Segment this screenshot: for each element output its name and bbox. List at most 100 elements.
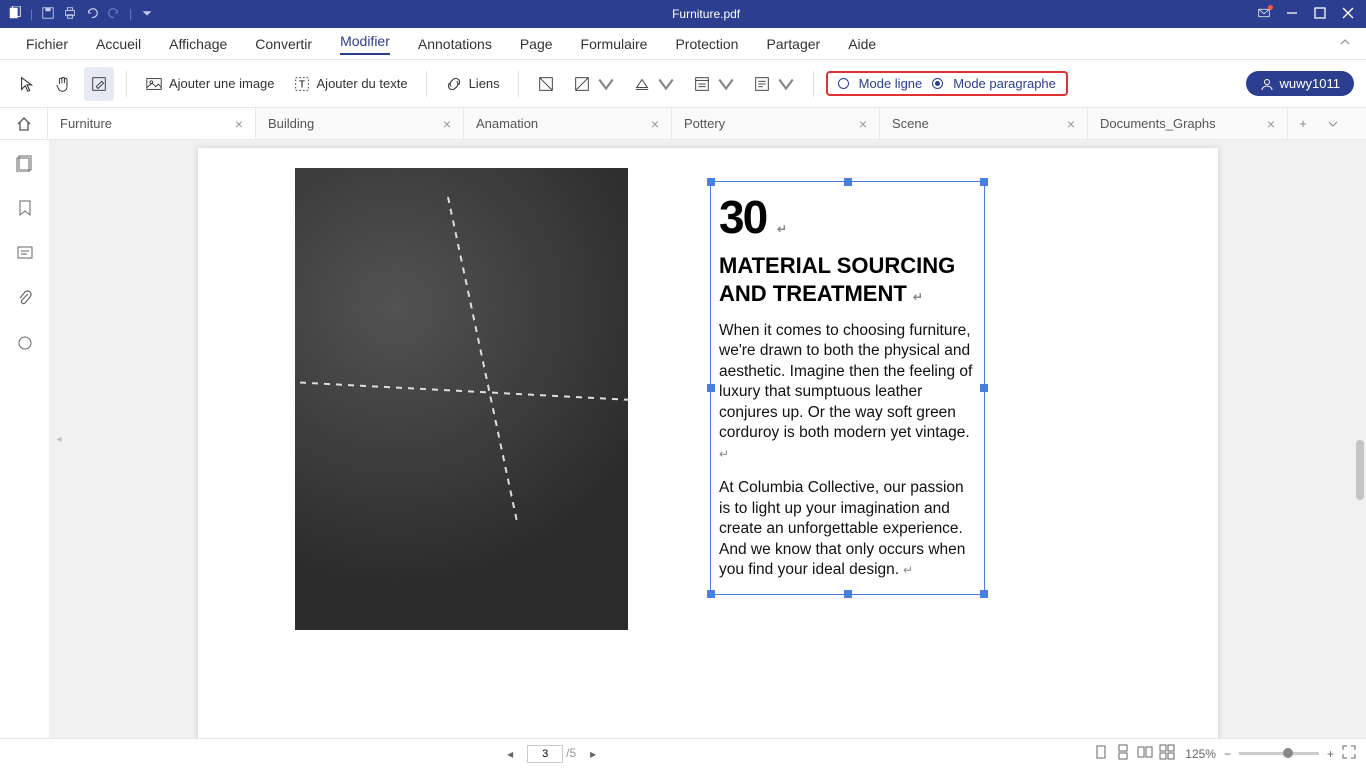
menu-formulaire[interactable]: Formulaire [567,28,662,59]
prev-page-button[interactable]: ◂ [507,747,513,761]
separator [813,71,814,97]
add-image-label: Ajouter une image [169,76,275,91]
redo-icon[interactable] [107,6,121,23]
tab-pottery[interactable]: Pottery× [672,108,880,139]
titlebar-right-icons [1258,7,1366,22]
print-icon[interactable] [63,6,77,23]
menu-accueil[interactable]: Accueil [82,28,155,59]
paragraph-1-text[interactable]: When it comes to choosing furniture, we'… [719,322,972,441]
user-name-label: wuwy1011 [1280,76,1340,91]
menu-partager[interactable]: Partager [752,28,834,59]
two-page-continuous-view-icon[interactable] [1159,744,1175,763]
leather-image[interactable] [295,168,628,630]
close-icon[interactable]: × [443,116,451,132]
menu-protection[interactable]: Protection [661,28,752,59]
zoom-slider[interactable] [1239,752,1319,755]
bates-numbering-tool[interactable] [747,67,801,101]
resize-handle[interactable] [844,178,852,186]
close-icon[interactable]: × [859,116,867,132]
close-icon[interactable]: × [1267,116,1275,132]
menu-modifier[interactable]: Modifier [326,28,404,59]
pilcrow-icon: ↵ [913,290,923,304]
mail-icon[interactable] [1258,7,1270,22]
maximize-icon[interactable] [1314,7,1326,22]
edit-tool[interactable] [84,67,114,101]
add-image-button[interactable]: Ajouter une image [139,67,281,101]
separator [518,71,519,97]
tab-label: Building [268,116,314,131]
minimize-icon[interactable] [1286,7,1298,22]
menu-aide[interactable]: Aide [834,28,890,59]
zoom-out-button[interactable]: − [1224,747,1231,761]
pilcrow-icon: ↵ [777,222,785,236]
svg-text:T: T [298,79,304,90]
tab-overflow-button[interactable] [1318,108,1348,139]
close-icon[interactable] [1342,7,1354,22]
select-tool[interactable] [12,67,42,101]
user-account-button[interactable]: wuwy1011 [1246,71,1354,96]
home-tab[interactable] [0,108,48,139]
hand-tool[interactable] [48,67,78,101]
resize-handle[interactable] [844,590,852,598]
user-icon [1260,77,1274,91]
resize-handle[interactable] [707,590,715,598]
tab-documents-graphs[interactable]: Documents_Graphs× [1088,108,1288,139]
continuous-view-icon[interactable] [1115,744,1131,763]
menu-page[interactable]: Page [506,28,567,59]
zoom-in-button[interactable]: + [1327,747,1334,761]
search-panel-icon[interactable] [16,334,34,357]
tab-scene[interactable]: Scene × [880,108,1088,139]
page-number-input[interactable] [527,745,563,763]
menu-convertir[interactable]: Convertir [241,28,326,59]
tab-label: Scene [892,116,929,131]
collapse-ribbon-icon[interactable] [1338,35,1352,52]
menu-annotations[interactable]: Annotations [404,28,506,59]
resize-handle[interactable] [980,590,988,598]
resize-handle[interactable] [980,384,988,392]
dropdown-icon[interactable] [140,6,154,23]
fullscreen-icon[interactable] [1342,745,1356,762]
menu-affichage[interactable]: Affichage [155,28,241,59]
comments-icon[interactable] [16,244,34,267]
zoom-slider-knob[interactable] [1283,748,1293,758]
tab-anamation[interactable]: Anamation× [464,108,672,139]
resize-handle[interactable] [707,178,715,186]
page-canvas[interactable]: 30 ↵ MATERIAL SOURCING AND TREATMENT ↵ W… [68,140,1348,738]
attachments-icon[interactable] [16,289,34,312]
title-bar: | | Furniture.pdf [0,0,1366,28]
mode-line-radio[interactable] [838,78,849,89]
resize-handle[interactable] [980,178,988,186]
crop-tool[interactable] [531,67,561,101]
titlebar-left-icons: | | [0,6,154,23]
close-icon[interactable]: × [235,116,243,132]
menu-fichier[interactable]: Fichier [12,28,82,59]
bookmarks-icon[interactable] [16,199,34,222]
background-tool[interactable] [627,67,681,101]
two-page-view-icon[interactable] [1137,744,1153,763]
gutter-left[interactable]: ◂ [50,140,68,738]
tab-building[interactable]: Building × [256,108,464,139]
tab-furniture[interactable]: Furniture × [48,108,256,139]
tab-label: Furniture [60,116,112,131]
vertical-scrollbar[interactable] [1354,140,1364,738]
undo-icon[interactable] [85,6,99,23]
mode-line-label: Mode ligne [859,76,923,91]
selected-text-block[interactable]: 30 ↵ MATERIAL SOURCING AND TREATMENT ↵ W… [710,181,985,595]
single-page-view-icon[interactable] [1093,744,1109,763]
thumbnails-icon[interactable] [16,154,34,177]
header-footer-tool[interactable] [687,67,741,101]
add-text-button[interactable]: T Ajouter du texte [287,67,414,101]
page-number-text[interactable]: 30 [719,191,766,243]
links-button[interactable]: Liens [439,67,506,101]
paragraph-2-text[interactable]: At Columbia Collective, our passion is t… [719,479,965,578]
resize-handle[interactable] [707,384,715,392]
next-page-button[interactable]: ▸ [590,747,596,761]
scrollbar-thumb[interactable] [1356,440,1364,500]
close-icon[interactable]: × [651,116,659,132]
mode-paragraph-radio[interactable] [932,78,943,89]
close-icon[interactable]: × [1067,116,1075,132]
save-icon[interactable] [41,6,55,23]
add-tab-button[interactable]: + [1288,108,1318,139]
watermark-tool[interactable] [567,67,621,101]
status-bar: ◂ /5 ▸ 125% − + [0,738,1366,768]
